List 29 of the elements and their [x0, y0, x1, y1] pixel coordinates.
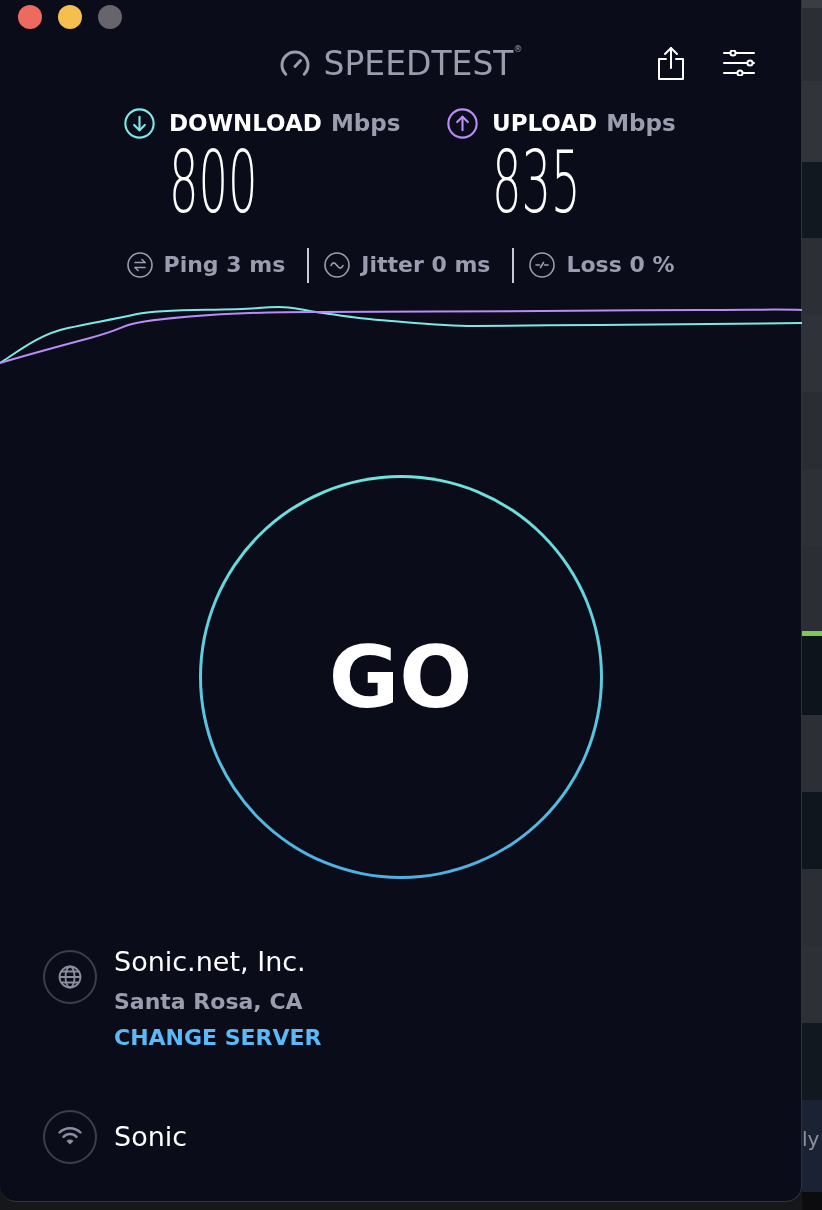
globe-icon — [43, 950, 97, 1004]
jitter-icon — [324, 252, 351, 278]
settings-icon — [723, 50, 755, 76]
ping-icon — [126, 252, 153, 278]
logo-text: SPEEDTEST$^{®}$ — [323, 46, 523, 80]
speed-value: 800 — [169, 139, 258, 225]
stat-text: Ping 3 ms — [163, 254, 286, 276]
speed-value: 835 — [492, 139, 581, 225]
provider-name: Sonic.net, Inc. — [114, 946, 307, 978]
unit-label: Mbps — [606, 112, 676, 135]
stat-text: Loss 0 % — [566, 254, 675, 276]
change-server-link[interactable]: CHANGE SERVER — [114, 1020, 322, 1056]
server-location: Santa Rosa, CA — [114, 988, 304, 1016]
stat-text: Jitter 0 ms — [361, 254, 491, 276]
close-button[interactable] — [18, 4, 42, 29]
result-label: UPLOAD — [492, 112, 598, 135]
go-button[interactable]: GO — [198, 475, 603, 879]
result-label: DOWNLOAD — [169, 112, 322, 135]
unit-label: Mbps — [330, 112, 401, 135]
background-text: ly — [802, 1126, 821, 1153]
network-name: Sonic — [114, 1121, 188, 1153]
zoom-button[interactable] — [98, 4, 122, 29]
share-icon — [657, 46, 685, 80]
minimize-button[interactable] — [58, 4, 82, 29]
accent-stripe — [802, 631, 822, 636]
settings-button[interactable] — [723, 50, 755, 76]
wifi-icon — [43, 1110, 97, 1164]
share-button[interactable] — [657, 46, 685, 80]
loss-icon — [529, 252, 556, 278]
